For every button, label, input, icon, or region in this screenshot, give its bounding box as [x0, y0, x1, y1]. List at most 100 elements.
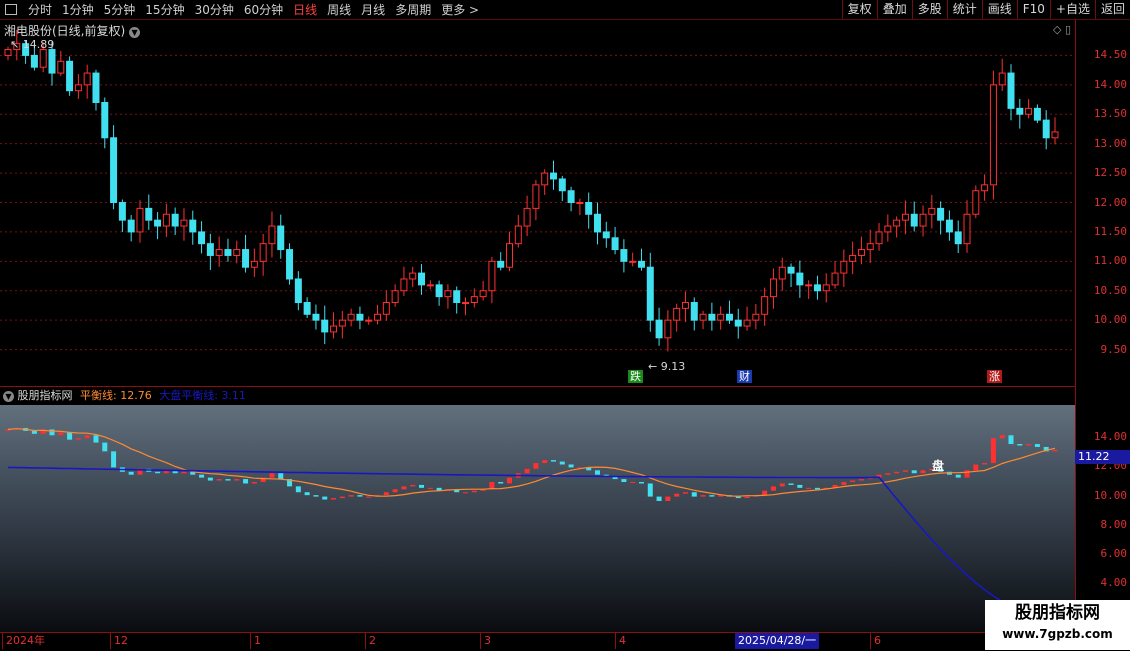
title-dropdown-icon[interactable]: ▼ — [129, 27, 141, 38]
period-tab-0[interactable]: 分时 — [23, 1, 57, 18]
candle-12 — [110, 125, 118, 210]
sub-candle-104 — [920, 470, 926, 474]
candle-99 — [875, 222, 883, 251]
tool-button-0[interactable]: 复权 — [841, 0, 877, 19]
candle-44 — [391, 284, 399, 307]
sub-candle-38 — [339, 496, 345, 499]
sub-candle-37 — [331, 498, 337, 500]
sub-candle-30 — [269, 473, 275, 478]
tool-button-6[interactable]: +自选 — [1049, 0, 1095, 19]
sub-candle-44 — [392, 489, 398, 493]
candle-119 — [1051, 117, 1059, 145]
indicator-dropdown-icon[interactable]: ▼ — [3, 391, 14, 402]
date-label-1: 12 — [110, 633, 128, 649]
candle-50 — [444, 284, 452, 309]
indicator-pane[interactable]: ▼ 股朋指标网 平衡线: 12.76 大盘平衡线: 3.11 盘 — [0, 386, 1075, 632]
tool-button-4[interactable]: 画线 — [981, 0, 1017, 19]
low-price-label: ← 9.13 — [648, 360, 685, 373]
sub-candle-11 — [102, 442, 108, 452]
period-tab-5[interactable]: 60分钟 — [239, 1, 288, 18]
candle-7 — [66, 56, 74, 96]
candle-116 — [1025, 99, 1033, 119]
main-chart-pane[interactable]: 湘电股份(日线,前复权) ▼ ↖ 14.89 ← 9.13 跌 财 涨 ◇ ▯ — [0, 20, 1075, 385]
candle-34 — [303, 297, 311, 318]
sub-candle-9 — [84, 435, 90, 439]
chart-settings-icons[interactable]: ◇ ▯ — [1053, 23, 1071, 36]
main-candlestick-chart[interactable] — [0, 20, 1075, 385]
candle-64 — [567, 186, 575, 212]
candle-90 — [796, 260, 804, 298]
sub-candle-17 — [155, 471, 161, 474]
tool-button-2[interactable]: 多股 — [911, 0, 947, 19]
candle-93 — [822, 273, 830, 303]
period-tab-8[interactable]: 月线 — [356, 1, 390, 18]
candle-103 — [910, 201, 918, 232]
candle-15 — [136, 200, 144, 243]
period-tab-7[interactable]: 周线 — [322, 1, 356, 18]
candle-29 — [259, 233, 267, 276]
sub-candle-60 — [533, 463, 539, 469]
candle-45 — [400, 266, 408, 296]
candle-65 — [576, 198, 584, 216]
low-value: 9.13 — [660, 360, 686, 373]
sub-candle-72 — [638, 482, 644, 484]
period-tab-9[interactable]: 多周期 — [390, 1, 436, 18]
candle-38 — [338, 310, 346, 339]
price-tick-0: 9.50 — [1100, 342, 1128, 356]
high-value: 14.89 — [22, 38, 55, 51]
marker-rise[interactable]: 涨 — [987, 370, 1002, 383]
indicator-chart[interactable] — [0, 387, 1075, 632]
sub-candle-27 — [243, 479, 249, 484]
tool-button-3[interactable]: 统计 — [946, 0, 982, 19]
period-tab-10[interactable]: 更多 > — [436, 1, 484, 18]
price-tick-7: 13.00 — [1093, 136, 1127, 150]
period-tab-6[interactable]: 日线 — [288, 1, 322, 18]
window-toggle-icon[interactable] — [5, 4, 17, 15]
candle-24 — [215, 236, 223, 267]
candle-11 — [101, 97, 109, 149]
tool-button-7[interactable]: 返回 — [1094, 0, 1130, 19]
tool-button-1[interactable]: 叠加 — [876, 0, 912, 19]
candle-30 — [268, 211, 276, 258]
sub-candle-10 — [93, 435, 99, 443]
candle-37 — [330, 312, 338, 339]
sub-candle-114 — [1008, 435, 1014, 445]
watermark-title: 股朋指标网 — [1015, 603, 1100, 623]
indicator-tick-6: 14.00 — [1093, 430, 1127, 444]
sub-candle-8 — [75, 438, 81, 440]
diamond-icon[interactable]: ◇ — [1053, 23, 1061, 36]
sub-candle-78 — [691, 492, 697, 497]
period-tab-1[interactable]: 1分钟 — [57, 1, 99, 18]
candle-77 — [681, 291, 689, 323]
marker-fall[interactable]: 跌 — [628, 370, 643, 383]
period-tab-3[interactable]: 15分钟 — [140, 1, 189, 18]
candle-52 — [462, 297, 470, 316]
current-date-label: 2025/04/28/一 — [735, 633, 820, 649]
sub-candle-24 — [216, 479, 222, 481]
candle-110 — [972, 185, 980, 219]
indicator-tick-1: 4.00 — [1100, 576, 1128, 590]
sub-candle-92 — [814, 487, 820, 490]
date-label-6: 6 — [870, 633, 881, 649]
sub-candle-111 — [982, 463, 988, 465]
sub-candle-109 — [964, 470, 970, 478]
candle-95 — [840, 249, 848, 287]
candle-101 — [893, 216, 901, 238]
period-tab-2[interactable]: 5分钟 — [99, 1, 141, 18]
candle-72 — [637, 248, 645, 271]
candle-23 — [206, 233, 214, 270]
panel-icon[interactable]: ▯ — [1065, 23, 1071, 36]
candle-97 — [857, 236, 865, 265]
candle-58 — [514, 214, 522, 248]
candle-81 — [717, 306, 725, 330]
sub-candle-40 — [357, 495, 363, 497]
market-balance-line — [7, 466, 1056, 622]
period-tab-4[interactable]: 30分钟 — [190, 1, 239, 18]
candle-87 — [769, 268, 777, 309]
sub-candle-12 — [111, 451, 117, 468]
candle-36 — [321, 305, 329, 345]
marker-finance[interactable]: 财 — [737, 370, 752, 383]
candle-51 — [453, 286, 461, 314]
sub-candle-97 — [858, 479, 864, 481]
tool-button-5[interactable]: F10 — [1016, 0, 1050, 19]
